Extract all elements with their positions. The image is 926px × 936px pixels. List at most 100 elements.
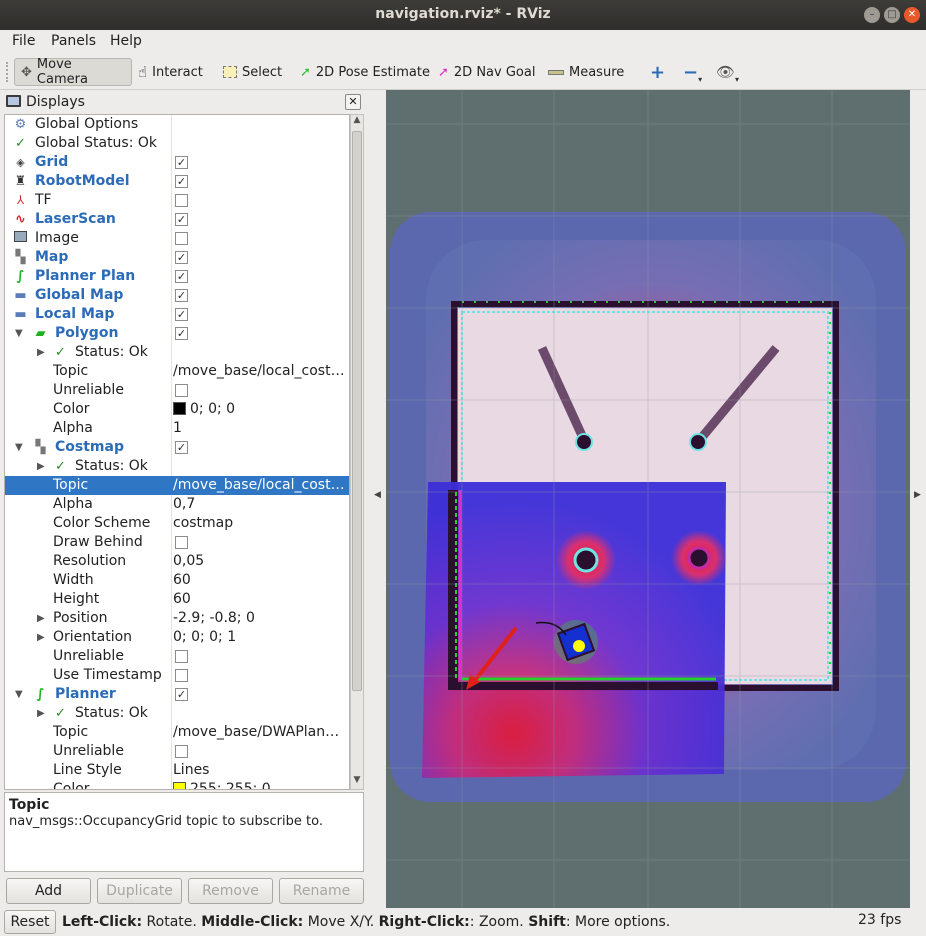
tree-row-height[interactable]: Height 60 bbox=[5, 590, 349, 609]
collapse-right-icon[interactable]: ▶ bbox=[914, 490, 921, 500]
tree-row-local-map[interactable]: ▬ Local Map ✓ bbox=[5, 305, 349, 324]
tree-row-map[interactable]: ▚ Map ✓ bbox=[5, 248, 349, 267]
tree-row-image[interactable]: Image bbox=[5, 229, 349, 248]
tree-row-resolution[interactable]: Resolution 0,05 bbox=[5, 552, 349, 571]
tree-row-polygon-topic[interactable]: Topic /move_base/local_cost… bbox=[5, 362, 349, 381]
remove-button[interactable]: Remove bbox=[188, 878, 273, 904]
tree-row-costmap[interactable]: ▼ ▚ Costmap ✓ bbox=[5, 438, 349, 457]
expand-right-icon[interactable]: ▶ bbox=[37, 343, 45, 362]
scroll-up-icon[interactable]: ▲ bbox=[351, 115, 363, 129]
expand-down-icon[interactable]: ▼ bbox=[15, 324, 23, 343]
local-map-checkbox[interactable]: ✓ bbox=[175, 308, 188, 321]
select-button[interactable]: Select bbox=[223, 58, 282, 86]
measure-button[interactable]: Measure bbox=[548, 58, 624, 86]
costmap-checkbox[interactable]: ✓ bbox=[175, 441, 188, 454]
scroll-down-icon[interactable]: ▼ bbox=[351, 775, 363, 789]
tree-row-grid[interactable]: ◈ Grid ✓ bbox=[5, 153, 349, 172]
maximize-icon[interactable]: □ bbox=[884, 7, 900, 23]
close-panel-icon[interactable]: ✕ bbox=[345, 94, 361, 110]
global-map-checkbox[interactable]: ✓ bbox=[175, 289, 188, 302]
tree-row-laserscan[interactable]: ∿ LaserScan ✓ bbox=[5, 210, 349, 229]
laserscan-checkbox[interactable]: ✓ bbox=[175, 213, 188, 226]
map-checkbox[interactable]: ✓ bbox=[175, 251, 188, 264]
toolbar-grip[interactable] bbox=[6, 62, 9, 82]
robotmodel-checkbox[interactable]: ✓ bbox=[175, 175, 188, 188]
reset-button[interactable]: Reset bbox=[4, 910, 56, 934]
tree-row-planner[interactable]: ▼ ∫ Planner ✓ bbox=[5, 685, 349, 704]
rename-button[interactable]: Rename bbox=[279, 878, 364, 904]
collapse-left-icon[interactable]: ◀ bbox=[374, 490, 381, 500]
row-value[interactable]: 1 bbox=[173, 419, 182, 438]
tree-row-planner-status[interactable]: ▶ ✓ Status: Ok bbox=[5, 704, 349, 723]
menu-file[interactable]: File bbox=[12, 33, 35, 49]
row-value[interactable]: 0; 0; 0 bbox=[173, 400, 235, 419]
minimize-icon[interactable]: – bbox=[864, 7, 880, 23]
render-view[interactable] bbox=[386, 90, 910, 908]
unreliable-checkbox[interactable] bbox=[175, 745, 188, 758]
tree-row-planner-topic[interactable]: Topic /move_base/DWAPlan… bbox=[5, 723, 349, 742]
expand-down-icon[interactable]: ▼ bbox=[15, 685, 23, 704]
tree-row-costmap-alpha[interactable]: Alpha 0,7 bbox=[5, 495, 349, 514]
use-timestamp-checkbox[interactable] bbox=[175, 669, 188, 682]
menu-panels[interactable]: Panels bbox=[51, 33, 96, 49]
remove-tool-icon[interactable]: − ▾ bbox=[683, 58, 702, 86]
tree-row-orientation[interactable]: ▶ Orientation 0; 0; 0; 1 bbox=[5, 628, 349, 647]
tree-row-tf[interactable]: ⅄ TF bbox=[5, 191, 349, 210]
close-icon[interactable]: ✕ bbox=[904, 7, 920, 23]
image-checkbox[interactable] bbox=[175, 232, 188, 245]
move-camera-button[interactable]: ✥ Move Camera bbox=[14, 57, 132, 87]
row-value[interactable]: 0,05 bbox=[173, 552, 204, 571]
expand-right-icon[interactable]: ▶ bbox=[37, 609, 45, 628]
unreliable-checkbox[interactable] bbox=[175, 384, 188, 397]
tree-row-costmap-status[interactable]: ▶ ✓ Status: Ok bbox=[5, 457, 349, 476]
tree-row-width[interactable]: Width 60 bbox=[5, 571, 349, 590]
interact-button[interactable]: ☝ Interact bbox=[138, 58, 203, 86]
row-value[interactable]: costmap bbox=[173, 514, 233, 533]
add-tool-icon[interactable]: + bbox=[650, 58, 665, 86]
tf-checkbox[interactable] bbox=[175, 194, 188, 207]
row-value[interactable]: 60 bbox=[173, 590, 191, 609]
row-value[interactable]: Lines bbox=[173, 761, 209, 780]
tree-row-polygon-status[interactable]: ▶ ✓ Status: Ok bbox=[5, 343, 349, 362]
scrollbar-thumb[interactable] bbox=[352, 131, 362, 691]
expand-down-icon[interactable]: ▼ bbox=[15, 438, 23, 457]
tree-row-color-scheme[interactable]: Color Scheme costmap bbox=[5, 514, 349, 533]
tree-row-planner-unreliable[interactable]: Unreliable bbox=[5, 742, 349, 761]
tree-row-costmap-topic[interactable]: Topic /move_base/local_cost… bbox=[5, 476, 349, 495]
row-value[interactable]: /move_base/local_cost… bbox=[173, 476, 345, 495]
row-value[interactable]: 0,7 bbox=[173, 495, 195, 514]
add-button[interactable]: Add bbox=[6, 878, 91, 904]
tree-row-polygon-alpha[interactable]: Alpha 1 bbox=[5, 419, 349, 438]
tree-row-planner-color[interactable]: Color 255; 255; 0 bbox=[5, 780, 349, 789]
polygon-checkbox[interactable]: ✓ bbox=[175, 327, 188, 340]
tree-row-line-style[interactable]: Line Style Lines bbox=[5, 761, 349, 780]
eye-icon[interactable]: 👁 ▾ bbox=[716, 58, 739, 86]
tree-row-draw-behind[interactable]: Draw Behind bbox=[5, 533, 349, 552]
planner-checkbox[interactable]: ✓ bbox=[175, 688, 188, 701]
expand-right-icon[interactable]: ▶ bbox=[37, 457, 45, 476]
tree-row-use-timestamp[interactable]: Use Timestamp bbox=[5, 666, 349, 685]
menu-help[interactable]: Help bbox=[110, 33, 142, 49]
displays-scrollbar[interactable]: ▲ ▼ bbox=[350, 114, 364, 790]
draw-behind-checkbox[interactable] bbox=[175, 536, 188, 549]
row-value[interactable]: /move_base/DWAPlan… bbox=[173, 723, 339, 742]
row-value[interactable]: 0; 0; 0; 1 bbox=[173, 628, 236, 647]
displays-tree[interactable]: ⚙ Global Options ✓ Global Status: Ok ◈ G… bbox=[4, 114, 350, 790]
tree-row-polygon-unreliable[interactable]: Unreliable bbox=[5, 381, 349, 400]
left-splitter[interactable]: ◀ bbox=[366, 90, 384, 908]
tree-row-position[interactable]: ▶ Position -2.9; -0.8; 0 bbox=[5, 609, 349, 628]
expand-right-icon[interactable]: ▶ bbox=[37, 628, 45, 647]
tree-row-polygon[interactable]: ▼ ▰ Polygon ✓ bbox=[5, 324, 349, 343]
row-value[interactable]: 255; 255; 0 bbox=[173, 780, 271, 789]
grid-checkbox[interactable]: ✓ bbox=[175, 156, 188, 169]
tree-row-global-options[interactable]: ⚙ Global Options bbox=[5, 115, 349, 134]
tree-row-costmap-unreliable[interactable]: Unreliable bbox=[5, 647, 349, 666]
right-splitter[interactable]: ▶ bbox=[910, 90, 926, 908]
tree-row-planner-plan[interactable]: ∫ Planner Plan ✓ bbox=[5, 267, 349, 286]
duplicate-button[interactable]: Duplicate bbox=[97, 878, 182, 904]
row-value[interactable]: /move_base/local_cost… bbox=[173, 362, 345, 381]
tree-row-robotmodel[interactable]: ♜ RobotModel ✓ bbox=[5, 172, 349, 191]
row-value[interactable]: 60 bbox=[173, 571, 191, 590]
nav-goal-button[interactable]: ➚ 2D Nav Goal bbox=[438, 58, 535, 86]
row-value[interactable]: -2.9; -0.8; 0 bbox=[173, 609, 255, 628]
